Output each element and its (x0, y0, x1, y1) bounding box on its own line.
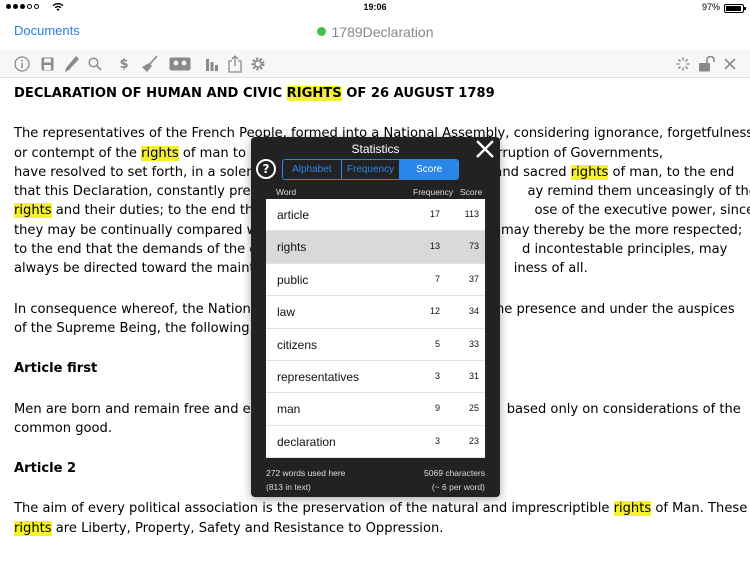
currency-icon[interactable]: $ (114, 54, 134, 74)
save-icon[interactable] (38, 54, 56, 74)
share-icon[interactable] (226, 54, 244, 74)
info-icon[interactable] (12, 54, 32, 74)
tape-icon[interactable] (168, 54, 192, 74)
list-item[interactable]: man 9 25 (266, 393, 485, 426)
battery-icon (724, 4, 746, 13)
tab-frequency[interactable]: Frequency (342, 160, 401, 179)
list-item[interactable]: public 7 37 (266, 264, 485, 297)
statistics-popover: Statistics ? Alphabet Frequency Score Wo… (251, 137, 500, 497)
paragraph-article-2: The aim of every political association i… (14, 501, 748, 536)
navigation-bar: Documents 1789Declaration (0, 16, 750, 50)
close-document-icon[interactable] (722, 54, 738, 74)
words-used-count: 272 words used here (266, 468, 346, 478)
pencil-icon[interactable] (62, 54, 82, 74)
list-item-selected[interactable]: rights 13 73 (266, 231, 485, 264)
characters-per-word: (~ 6 per word) (431, 482, 485, 492)
close-icon[interactable] (474, 139, 496, 161)
search-icon[interactable] (86, 54, 104, 74)
loading-icon (674, 54, 692, 74)
gear-icon[interactable] (249, 54, 267, 74)
column-header-score: Score (460, 187, 483, 197)
tab-score[interactable]: Score (400, 160, 458, 179)
toolbar: $ (0, 50, 750, 78)
document-heading: DECLARATION OF HUMAN AND CIVIC RIGHTS OF… (14, 86, 495, 101)
sort-segmented-control: Alphabet Frequency Score (282, 159, 459, 180)
word-list[interactable]: article 17 113 rights 13 73 public 7 37 law 12 3… (266, 199, 485, 458)
document-title-text: 1789Declaration (331, 24, 434, 40)
column-header-word: Word (276, 187, 297, 197)
list-item[interactable]: law 12 34 (266, 296, 485, 329)
popover-title: Statistics (351, 142, 400, 156)
column-header-frequency: Frequency (413, 187, 454, 197)
bar-chart-icon[interactable] (203, 54, 221, 74)
status-dot-icon (316, 27, 326, 36)
unlock-icon[interactable] (697, 54, 717, 74)
battery-percent: 97% (701, 2, 720, 12)
help-icon[interactable]: ? (256, 159, 276, 179)
status-time: 19:06 (363, 2, 387, 12)
status-bar: 19:06 97% (0, 0, 750, 16)
list-item[interactable]: declaration 3 23 (266, 426, 485, 458)
tab-alphabet[interactable]: Alphabet (283, 160, 342, 179)
broom-icon[interactable] (140, 54, 160, 74)
list-item[interactable]: article 17 113 (266, 199, 485, 232)
document-title: 1789Declaration (0, 24, 750, 40)
list-item[interactable]: representatives 3 31 (266, 361, 485, 394)
words-in-text-count: (813 in text) (266, 482, 311, 492)
list-item[interactable]: citizens 5 33 (266, 329, 485, 361)
character-count: 5069 characters (424, 468, 485, 478)
